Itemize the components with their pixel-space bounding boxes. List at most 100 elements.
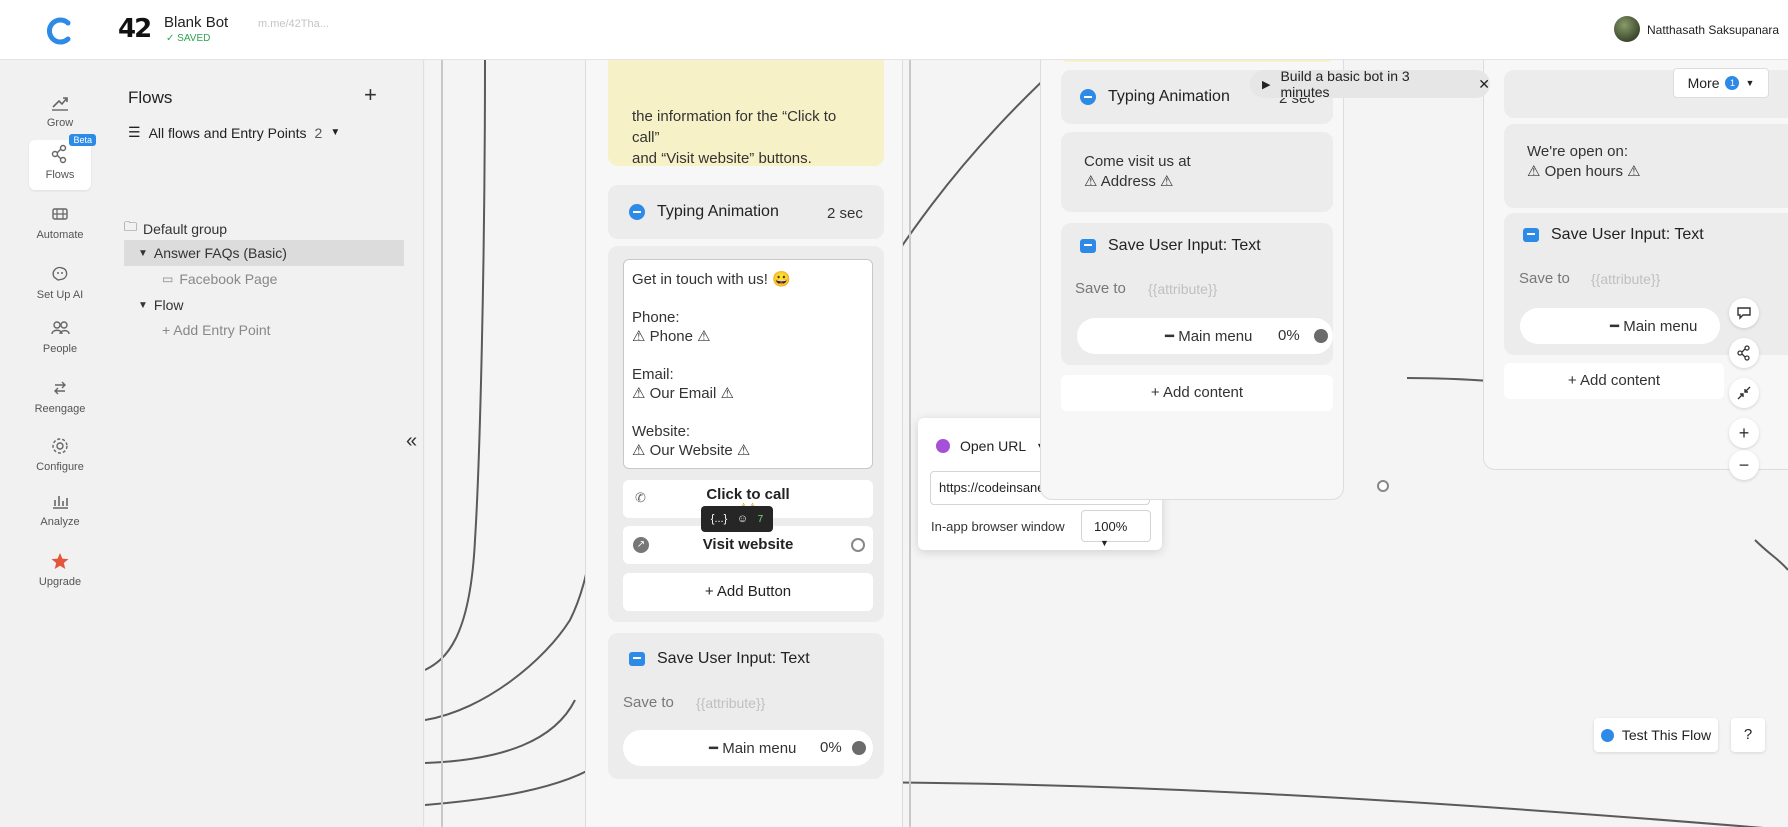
app-header: 42 Blank Bot ✓ SAVED m.me/42Tha... Natth…	[0, 0, 1788, 60]
browser-window-label: In-app browser window	[931, 519, 1065, 534]
connection-port[interactable]	[1314, 329, 1328, 343]
tree-entry-facebook-page[interactable]: ▭ Facebook Page	[124, 266, 404, 292]
save-to-label: Save to	[623, 694, 674, 711]
tree-flow-answer-faqs[interactable]: ▼ Answer FAQs (Basic)	[124, 240, 404, 266]
attribute-placeholder[interactable]: {{attribute}}	[1148, 281, 1217, 297]
connection-port[interactable]	[852, 741, 866, 755]
entry-point-icon: ▭	[162, 272, 174, 286]
zoom-in-button[interactable]: +	[1729, 418, 1759, 448]
avatar[interactable]	[1614, 16, 1640, 42]
browser-size-select[interactable]: 100% ▼	[1081, 510, 1151, 548]
gear-icon	[52, 438, 68, 454]
editor-mini-toolbar: {...} ☺ 7	[701, 506, 773, 532]
tree-flow-label: Flow	[153, 297, 184, 313]
message-line: Website:	[632, 423, 691, 440]
tree-group-label: Default group	[143, 221, 228, 237]
message-line: ⚠ Phone ⚠	[632, 328, 711, 345]
main-menu-quick-reply[interactable]: ━ Main menu	[1520, 308, 1720, 344]
flows-filter-dropdown[interactable]: ☰ All flows and Entry Points 2 ▼	[128, 124, 340, 141]
rail-label: Automate	[36, 229, 84, 241]
tree-flow-label: Answer FAQs (Basic)	[153, 245, 287, 261]
rail-item-automate[interactable]: Automate	[29, 200, 91, 248]
left-rail: Grow Beta Flows Automate Set Up AI Peopl…	[0, 60, 118, 827]
add-flow-button[interactable]: +	[364, 82, 377, 108]
add-entry-point-link[interactable]: + Add Entry Point	[124, 317, 404, 343]
save-to-label: Save to	[1519, 270, 1570, 287]
caret-down-icon: ▼	[138, 247, 148, 259]
rail-label: Flows	[45, 169, 75, 181]
action-type-dropdown[interactable]: Open URL ▼	[936, 438, 1045, 454]
tree-flow-flow[interactable]: ▼ Flow	[124, 292, 404, 318]
fit-view-button[interactable]	[1729, 378, 1759, 408]
input-icon	[1080, 239, 1096, 253]
typing-animation-title: Typing Animation	[629, 203, 779, 221]
bot-name[interactable]: Blank Bot	[164, 14, 228, 31]
typing-icon	[629, 204, 645, 220]
caret-down-icon: ▼	[138, 299, 148, 311]
saved-status: ✓ SAVED	[166, 33, 211, 44]
app-logo-icon[interactable]	[44, 15, 76, 47]
rail-item-reengage[interactable]: Reengage	[29, 374, 91, 422]
reengage-icon	[54, 381, 66, 395]
save-input-label: Save User Input: Text	[1551, 226, 1704, 243]
connection-port[interactable]	[851, 538, 865, 552]
rail-item-set-up-ai[interactable]: Set Up AI	[29, 260, 91, 308]
tree-group-default[interactable]: 🗀 Default group	[124, 216, 404, 242]
attribute-placeholder[interactable]: {{attribute}}	[1591, 271, 1660, 287]
attribute-placeholder[interactable]: {{attribute}}	[696, 695, 765, 711]
rail-item-upgrade[interactable]: Upgrade	[29, 547, 91, 595]
arrange-tool-button[interactable]	[1729, 338, 1759, 368]
caret-down-icon: ▼	[330, 127, 341, 138]
save-input-label: Save User Input: Text	[1108, 237, 1261, 254]
main-menu-quick-reply[interactable]: ━ Main menu 0%	[623, 730, 873, 766]
test-flow-button[interactable]: Test This Flow	[1594, 718, 1718, 752]
close-icon[interactable]: ✕	[1478, 76, 1490, 93]
message-text: We're open on: ⚠ Open hours ⚠	[1527, 142, 1641, 182]
bot-link[interactable]: m.me/42Tha...	[258, 18, 329, 30]
save-input-title: Save User Input: Text	[629, 650, 810, 668]
add-content-button[interactable]: + Add content	[1504, 363, 1724, 399]
main-menu-quick-reply[interactable]: ━ Main menu 0%	[1077, 318, 1333, 354]
zoom-out-button[interactable]: −	[1729, 450, 1759, 480]
tree-entry-label: Facebook Page	[179, 271, 278, 287]
collapse-panel-button[interactable]: «	[406, 430, 417, 453]
people-icon	[51, 321, 70, 335]
typing-icon	[1080, 89, 1096, 105]
help-button[interactable]: ?	[1731, 718, 1765, 752]
onboarding-tour-pill[interactable]: ▶ Build a basic bot in 3 minutes ✕	[1250, 68, 1490, 100]
tour-label: Build a basic bot in 3 minutes	[1280, 68, 1410, 100]
connection-port[interactable]	[1377, 480, 1389, 492]
rail-item-configure[interactable]: Configure	[29, 432, 91, 480]
message-text-box[interactable]: Get in touch with us! 😀 Phone: ⚠ Phone ⚠…	[623, 259, 873, 469]
rail-item-flows[interactable]: Beta Flows	[29, 134, 96, 190]
chart-icon	[53, 496, 68, 509]
bot-logo[interactable]: 42	[118, 14, 154, 46]
rail-item-grow[interactable]: Grow	[29, 88, 91, 136]
sticky-note[interactable]: the information for the “Click to call” …	[608, 60, 884, 167]
user-name[interactable]: Natthasath Saksupanara	[1647, 23, 1779, 37]
message-line: We're open on:	[1527, 143, 1628, 160]
typing-label: Typing Animation	[657, 203, 779, 220]
add-content-button[interactable]: + Add content	[1061, 375, 1333, 411]
more-menu-button[interactable]: More 1 ▼	[1673, 68, 1769, 98]
add-button[interactable]: + Add Button	[623, 573, 873, 611]
message-line: ⚠ Address ⚠	[1084, 173, 1174, 190]
rail-item-people[interactable]: People	[29, 314, 91, 362]
external-link-icon: ↗	[633, 537, 649, 553]
flow-canvas[interactable]: the information for the “Click to call” …	[425, 60, 1788, 827]
quick-reply-percent: 0%	[820, 739, 842, 756]
rail-item-analyze[interactable]: Analyze	[29, 487, 91, 535]
note-line: the information for the “Click to call”	[632, 108, 837, 146]
char-count: 7	[757, 513, 764, 525]
rail-label: People	[42, 343, 78, 355]
rail-label: Analyze	[40, 516, 80, 528]
variables-button[interactable]: {...}	[711, 513, 728, 525]
comment-tool-button[interactable]	[1729, 298, 1759, 328]
button-label: Visit website	[702, 536, 794, 553]
menu-icon: ☰	[128, 124, 141, 140]
emoji-icon[interactable]: ☺	[737, 513, 748, 525]
quick-reply-label: ━ Main menu	[1165, 328, 1253, 345]
button-label: Click to call	[706, 486, 790, 503]
note-line: and “Visit website” buttons.	[632, 150, 812, 167]
messenger-icon	[1600, 728, 1614, 742]
